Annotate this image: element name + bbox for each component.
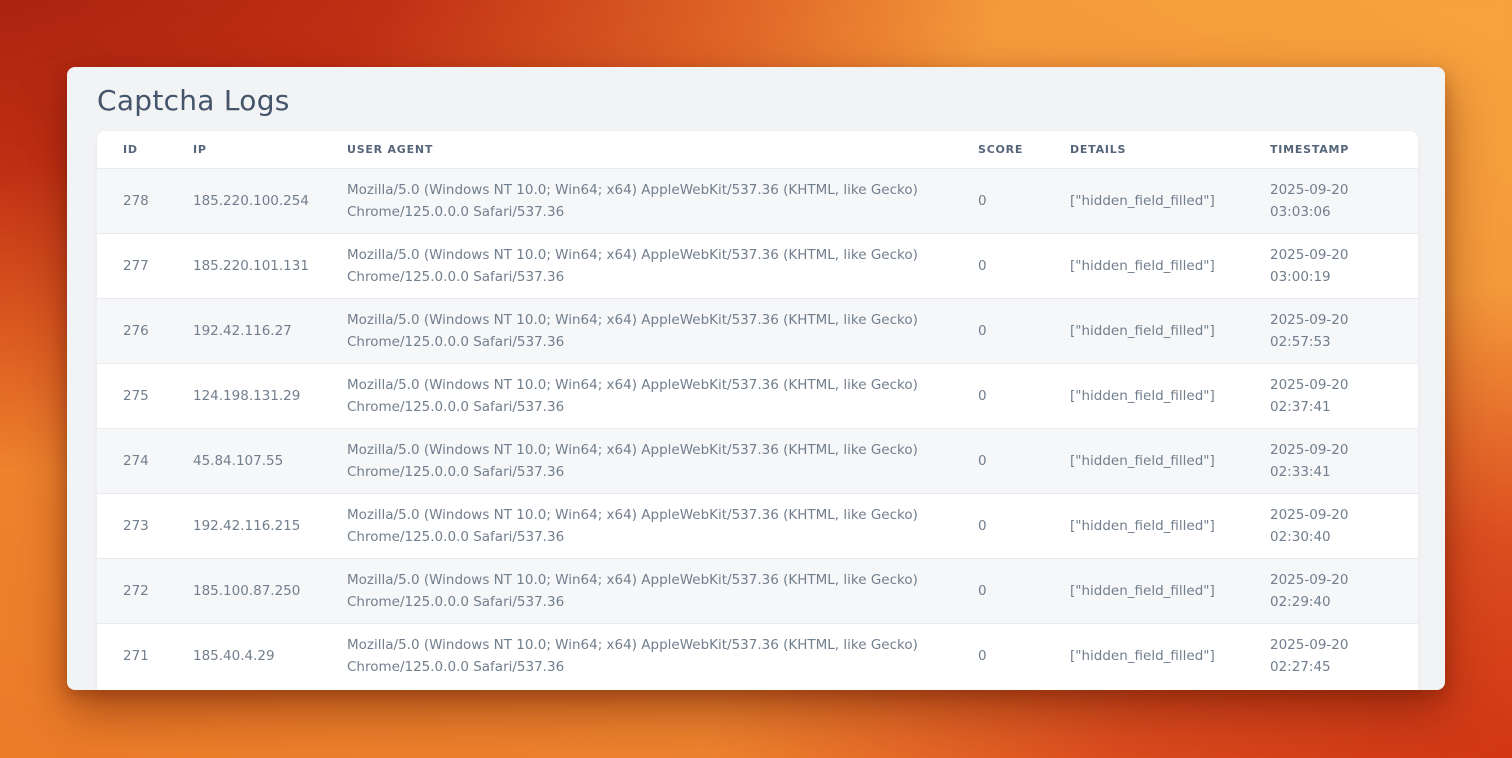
table-row: 27445.84.107.55Mozilla/5.0 (Windows NT 1…	[97, 429, 1418, 494]
column-header-details: DETAILS	[1070, 131, 1270, 169]
cell-timestamp: 2025-09-20 02:57:53	[1270, 299, 1418, 364]
logs-table-container: IDIPUSER AGENTSCOREDETAILSTIMESTAMP 2781…	[97, 131, 1418, 690]
cell-user_agent: Mozilla/5.0 (Windows NT 10.0; Win64; x64…	[347, 364, 978, 429]
cell-score: 0	[978, 299, 1070, 364]
cell-timestamp: 2025-09-20 03:03:06	[1270, 169, 1418, 234]
cell-details: ["hidden_field_filled"]	[1070, 299, 1270, 364]
table-row: 271185.40.4.29Mozilla/5.0 (Windows NT 10…	[97, 624, 1418, 689]
captcha-logs-table: IDIPUSER AGENTSCOREDETAILSTIMESTAMP 2781…	[97, 131, 1418, 689]
cell-score: 0	[978, 559, 1070, 624]
cell-ip: 185.220.100.254	[193, 169, 347, 234]
cell-ip: 185.220.101.131	[193, 234, 347, 299]
cell-details: ["hidden_field_filled"]	[1070, 559, 1270, 624]
cell-ip: 45.84.107.55	[193, 429, 347, 494]
cell-score: 0	[978, 364, 1070, 429]
table-row: 277185.220.101.131Mozilla/5.0 (Windows N…	[97, 234, 1418, 299]
cell-user_agent: Mozilla/5.0 (Windows NT 10.0; Win64; x64…	[347, 169, 978, 234]
cell-details: ["hidden_field_filled"]	[1070, 169, 1270, 234]
cell-id: 273	[97, 494, 193, 559]
cell-details: ["hidden_field_filled"]	[1070, 234, 1270, 299]
cell-user_agent: Mozilla/5.0 (Windows NT 10.0; Win64; x64…	[347, 494, 978, 559]
table-row: 272185.100.87.250Mozilla/5.0 (Windows NT…	[97, 559, 1418, 624]
cell-details: ["hidden_field_filled"]	[1070, 624, 1270, 689]
cell-id: 271	[97, 624, 193, 689]
cell-score: 0	[978, 494, 1070, 559]
cell-id: 276	[97, 299, 193, 364]
table-header-row: IDIPUSER AGENTSCOREDETAILSTIMESTAMP	[97, 131, 1418, 169]
table-row: 275124.198.131.29Mozilla/5.0 (Windows NT…	[97, 364, 1418, 429]
cell-score: 0	[978, 234, 1070, 299]
cell-id: 274	[97, 429, 193, 494]
cell-timestamp: 2025-09-20 02:29:40	[1270, 559, 1418, 624]
captcha-logs-card: Captcha Logs IDIPUSER AGENTSCOREDETAILST…	[67, 67, 1445, 690]
cell-score: 0	[978, 624, 1070, 689]
cell-user_agent: Mozilla/5.0 (Windows NT 10.0; Win64; x64…	[347, 299, 978, 364]
cell-timestamp: 2025-09-20 03:00:19	[1270, 234, 1418, 299]
cell-timestamp: 2025-09-20 02:30:40	[1270, 494, 1418, 559]
column-header-score: SCORE	[978, 131, 1070, 169]
cell-id: 275	[97, 364, 193, 429]
column-header-user_agent: USER AGENT	[347, 131, 978, 169]
cell-ip: 185.40.4.29	[193, 624, 347, 689]
cell-ip: 192.42.116.215	[193, 494, 347, 559]
cell-timestamp: 2025-09-20 02:27:45	[1270, 624, 1418, 689]
table-row: 278185.220.100.254Mozilla/5.0 (Windows N…	[97, 169, 1418, 234]
cell-timestamp: 2025-09-20 02:37:41	[1270, 364, 1418, 429]
column-header-ip: IP	[193, 131, 347, 169]
page-title: Captcha Logs	[97, 83, 1418, 119]
cell-details: ["hidden_field_filled"]	[1070, 364, 1270, 429]
table-body: 278185.220.100.254Mozilla/5.0 (Windows N…	[97, 169, 1418, 689]
cell-user_agent: Mozilla/5.0 (Windows NT 10.0; Win64; x64…	[347, 429, 978, 494]
cell-id: 272	[97, 559, 193, 624]
background: { "page": { "title": "Captcha Logs" }, "…	[0, 67, 1512, 758]
table-row: 276192.42.116.27Mozilla/5.0 (Windows NT …	[97, 299, 1418, 364]
cell-ip: 185.100.87.250	[193, 559, 347, 624]
cell-timestamp: 2025-09-20 02:33:41	[1270, 429, 1418, 494]
cell-details: ["hidden_field_filled"]	[1070, 429, 1270, 494]
cell-ip: 192.42.116.27	[193, 299, 347, 364]
cell-score: 0	[978, 429, 1070, 494]
column-header-timestamp: TIMESTAMP	[1270, 131, 1418, 169]
cell-user_agent: Mozilla/5.0 (Windows NT 10.0; Win64; x64…	[347, 559, 978, 624]
cell-score: 0	[978, 169, 1070, 234]
cell-user_agent: Mozilla/5.0 (Windows NT 10.0; Win64; x64…	[347, 624, 978, 689]
cell-user_agent: Mozilla/5.0 (Windows NT 10.0; Win64; x64…	[347, 234, 978, 299]
column-header-id: ID	[97, 131, 193, 169]
cell-id: 277	[97, 234, 193, 299]
cell-id: 278	[97, 169, 193, 234]
cell-ip: 124.198.131.29	[193, 364, 347, 429]
table-head: IDIPUSER AGENTSCOREDETAILSTIMESTAMP	[97, 131, 1418, 169]
cell-details: ["hidden_field_filled"]	[1070, 494, 1270, 559]
table-row: 273192.42.116.215Mozilla/5.0 (Windows NT…	[97, 494, 1418, 559]
